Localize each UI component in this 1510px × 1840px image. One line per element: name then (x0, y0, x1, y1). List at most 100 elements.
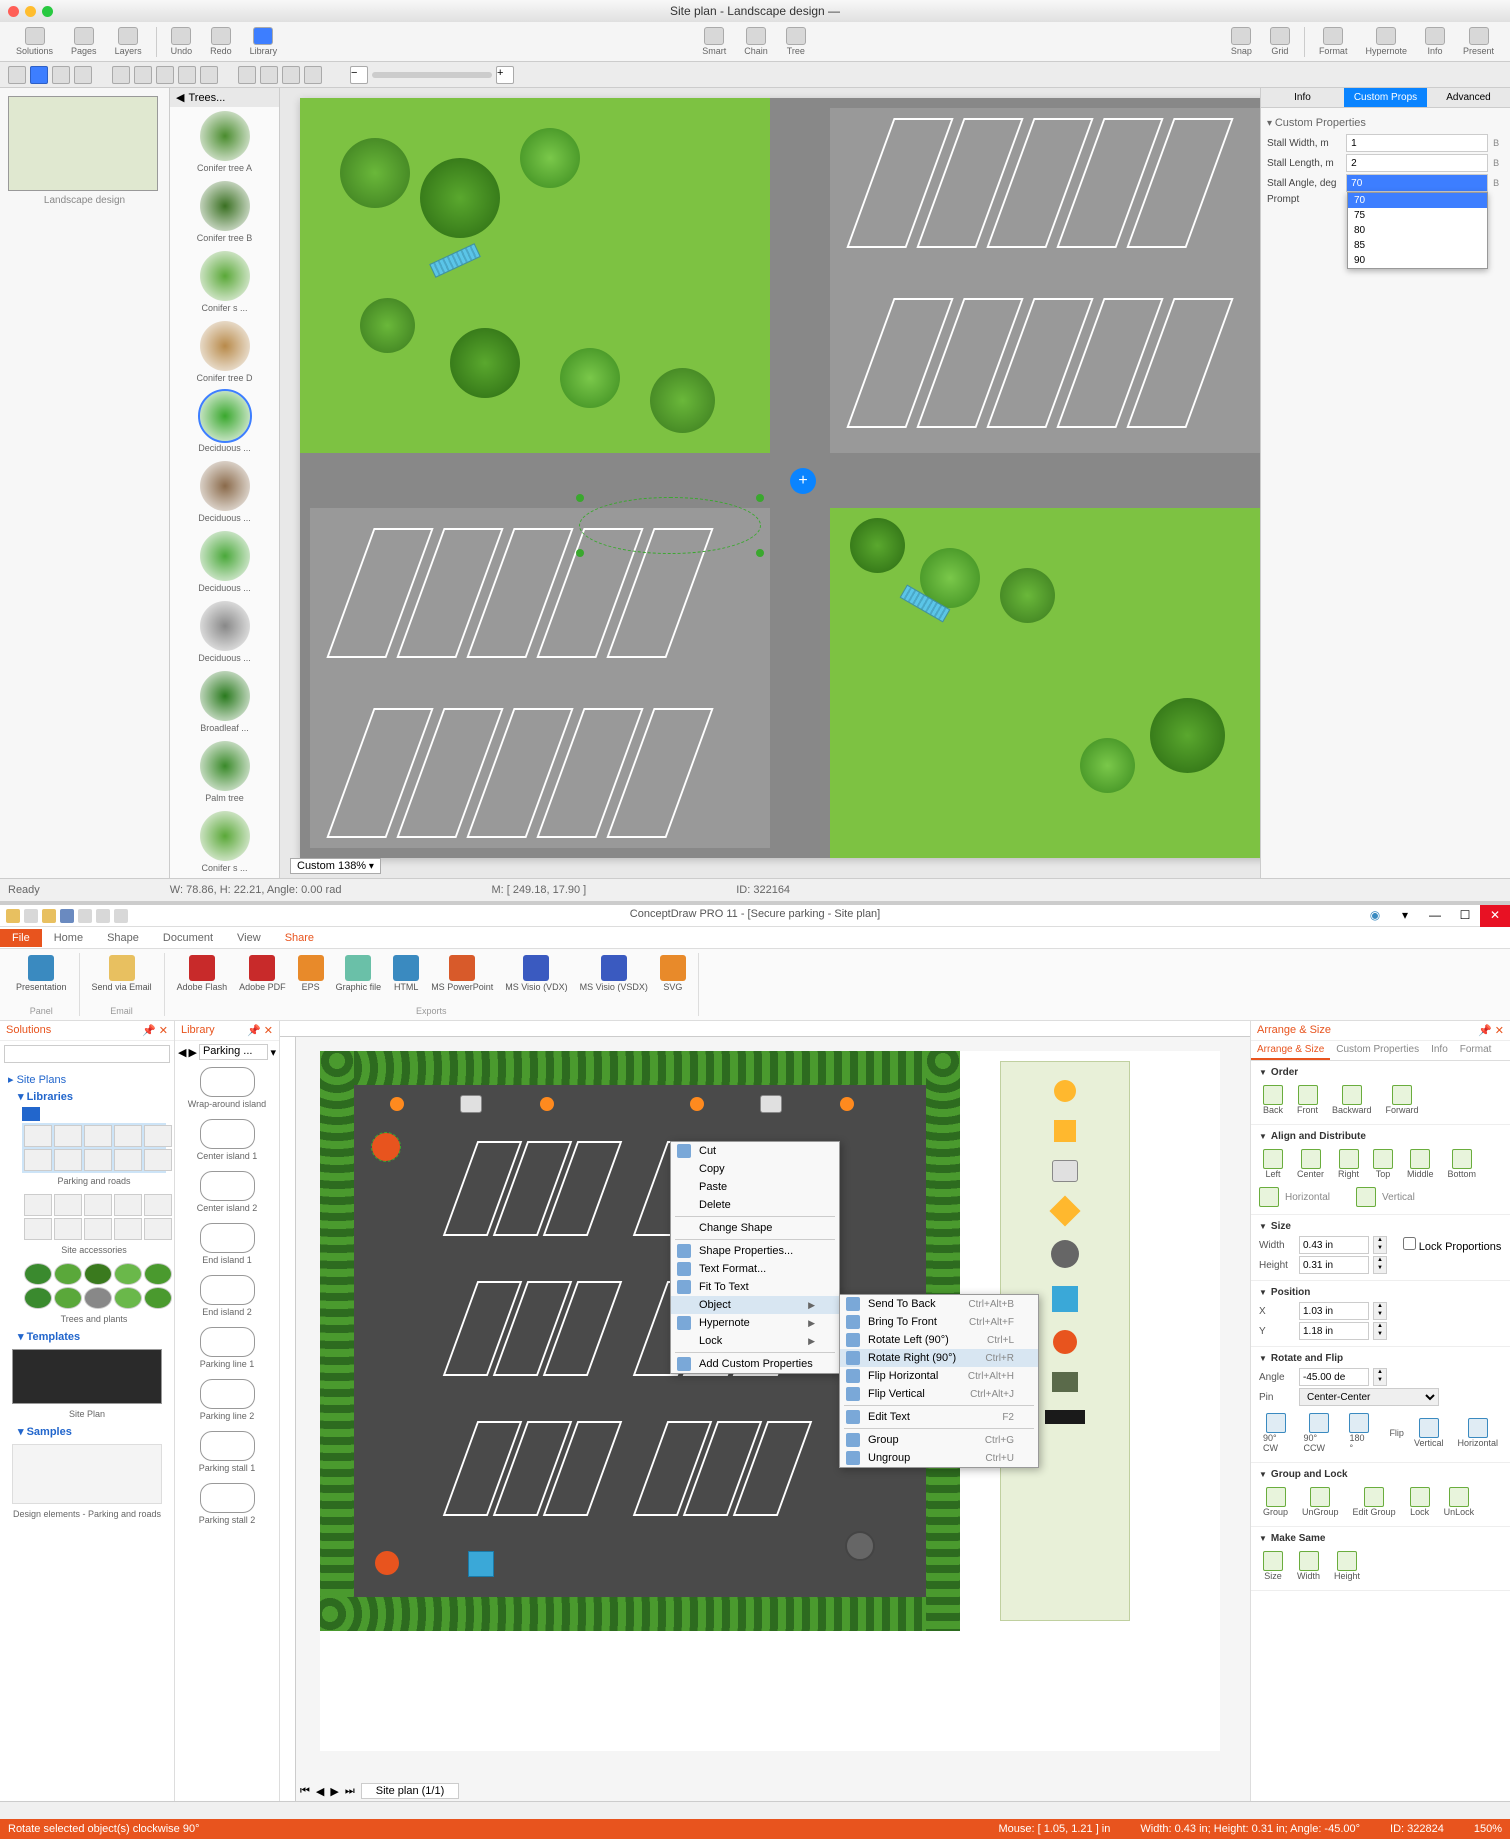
snap-button[interactable]: Snap (1223, 25, 1260, 58)
ungroup-button[interactable]: UnGroup (1298, 1485, 1343, 1519)
site-acc-grid[interactable] (22, 1192, 166, 1242)
lib-item[interactable]: End island 1 (179, 1223, 275, 1265)
hydrant-icon[interactable] (375, 1551, 399, 1575)
solutions-search[interactable] (4, 1045, 170, 1063)
ctx-copy[interactable]: Copy (671, 1160, 839, 1178)
ppt-button[interactable]: MS PowerPoint (427, 953, 497, 994)
lib-item[interactable]: Conifer s ... (174, 811, 275, 873)
pointer-tool-icon[interactable] (8, 66, 26, 84)
light-icon[interactable] (540, 1097, 554, 1111)
order-backward-button[interactable]: Backward (1328, 1083, 1376, 1117)
tab-share[interactable]: Share (273, 929, 326, 947)
spinner[interactable]: ▲▼ (1373, 1236, 1387, 1254)
redo-button[interactable]: Redo (202, 25, 240, 58)
tab-advanced[interactable]: Advanced (1427, 88, 1510, 107)
sol-samples[interactable]: ▾ Samples (8, 1423, 166, 1440)
resize-handle[interactable] (576, 494, 584, 502)
dropdown-option[interactable]: 80 (1348, 223, 1487, 238)
dropdown-option[interactable]: 75 (1348, 208, 1487, 223)
ctx-bring-front[interactable]: Bring To FrontCtrl+Alt+F (840, 1313, 1038, 1331)
spline-icon[interactable] (156, 66, 174, 84)
canvas-area[interactable]: + Custom 138% ▾ (280, 88, 1260, 878)
pages-button[interactable]: Pages (63, 25, 105, 58)
rotate-180-button[interactable]: 180 ° (1345, 1411, 1373, 1455)
width-input[interactable] (1299, 1236, 1369, 1254)
stall-width-input[interactable] (1346, 134, 1488, 152)
edit-group-button[interactable]: Edit Group (1349, 1485, 1400, 1519)
page-nav-last-icon[interactable]: ⏭ (345, 1785, 355, 1798)
adobe-pdf-button[interactable]: Adobe PDF (235, 953, 290, 994)
presentation-button[interactable]: Presentation (12, 953, 71, 994)
order-forward-button[interactable]: Forward (1382, 1083, 1423, 1117)
ctx-edit-text[interactable]: Edit TextF2 (840, 1408, 1038, 1426)
camera-icon[interactable] (460, 1095, 482, 1113)
open-icon[interactable] (42, 909, 56, 923)
info-button[interactable]: Info (1417, 25, 1453, 58)
status-zoom[interactable]: 150% (1474, 1823, 1502, 1835)
ribbon-toggle-icon[interactable]: ▾ (1390, 905, 1420, 927)
tab-format[interactable]: Format (1454, 1041, 1498, 1060)
flip-h-button[interactable]: Horizontal (1453, 1416, 1502, 1450)
minimize-icon[interactable] (25, 6, 36, 17)
close-icon[interactable]: ✕ (1480, 905, 1510, 927)
lock-button[interactable]: Lock (1406, 1485, 1434, 1519)
lib-item[interactable]: Parking line 1 (179, 1327, 275, 1369)
panel-pin-icon[interactable]: 📌 ✕ (247, 1024, 273, 1037)
dropdown-option[interactable]: 70 (1348, 193, 1487, 208)
grid-button[interactable]: Grid (1262, 25, 1298, 58)
dist-v-icon[interactable] (1356, 1187, 1376, 1207)
send-email-button[interactable]: Send via Email (88, 953, 156, 994)
x-input[interactable] (1299, 1302, 1369, 1320)
light-icon[interactable] (690, 1097, 704, 1111)
align-middle-button[interactable]: Middle (1403, 1147, 1438, 1181)
selected-tree[interactable] (580, 498, 760, 553)
rotate-cw-button[interactable]: 90° CW (1259, 1411, 1293, 1455)
text-tool-icon[interactable] (52, 66, 70, 84)
tab-info[interactable]: Info (1261, 88, 1344, 107)
camera-icon[interactable] (760, 1095, 782, 1113)
same-size-button[interactable]: Size (1259, 1549, 1287, 1583)
pin-select[interactable]: Center-Center (1299, 1388, 1439, 1406)
add-handle-icon[interactable]: + (790, 468, 816, 494)
resize-handle[interactable] (576, 549, 584, 557)
height-input[interactable] (1299, 1256, 1369, 1274)
section-header[interactable]: ▾ Custom Properties (1267, 114, 1504, 132)
unlock-button[interactable]: UnLock (1440, 1485, 1479, 1519)
ctx-fit-text[interactable]: Fit To Text (671, 1278, 839, 1296)
spinner[interactable]: ▲▼ (1373, 1256, 1387, 1274)
tab-custom-props[interactable]: Custom Props (1344, 88, 1427, 107)
undo-icon[interactable] (78, 909, 92, 923)
lib-item[interactable]: Conifer tree D (174, 321, 275, 383)
ctx-shape-props[interactable]: Shape Properties... (671, 1242, 839, 1260)
ctx-rotate-right[interactable]: Rotate Right (90°)Ctrl+R (840, 1349, 1038, 1367)
ctx-text-format[interactable]: Text Format... (671, 1260, 839, 1278)
chain-button[interactable]: Chain (736, 25, 776, 58)
redo-icon[interactable] (96, 909, 110, 923)
visio-vdx-button[interactable]: MS Visio (VDX) (501, 953, 571, 994)
rect-icon[interactable] (178, 66, 196, 84)
spinner[interactable]: ▲▼ (1373, 1302, 1387, 1320)
drawing-page[interactable]: + (300, 98, 1260, 858)
ctx-delete[interactable]: Delete (671, 1196, 839, 1214)
sample-thumb[interactable] (12, 1444, 162, 1504)
lib-item[interactable]: Wrap-around island (179, 1067, 275, 1109)
new-icon[interactable] (24, 909, 38, 923)
tab-info[interactable]: Info (1425, 1041, 1454, 1060)
angle-dropdown[interactable]: 7075808590 (1347, 192, 1488, 269)
select-tool-icon[interactable] (30, 66, 48, 84)
order-front-button[interactable]: Front (1293, 1083, 1322, 1117)
stall-angle-input[interactable] (1346, 174, 1488, 192)
html-button[interactable]: HTML (389, 953, 423, 994)
ctx-paste[interactable]: Paste (671, 1178, 839, 1196)
lib-item[interactable]: Parking stall 1 (179, 1431, 275, 1473)
lib-item[interactable]: Center island 2 (179, 1171, 275, 1213)
align-top-button[interactable]: Top (1369, 1147, 1397, 1181)
eyedrop-icon[interactable] (282, 66, 300, 84)
solutions-button[interactable]: Solutions (8, 25, 61, 58)
layers-button[interactable]: Layers (107, 25, 150, 58)
same-height-button[interactable]: Height (1330, 1549, 1364, 1583)
spinner[interactable]: ▲▼ (1373, 1322, 1387, 1340)
graphic-button[interactable]: Graphic file (332, 953, 386, 994)
angle-input[interactable] (1299, 1368, 1369, 1386)
context-menu[interactable]: Cut Copy Paste Delete Change Shape Shape… (670, 1141, 840, 1374)
